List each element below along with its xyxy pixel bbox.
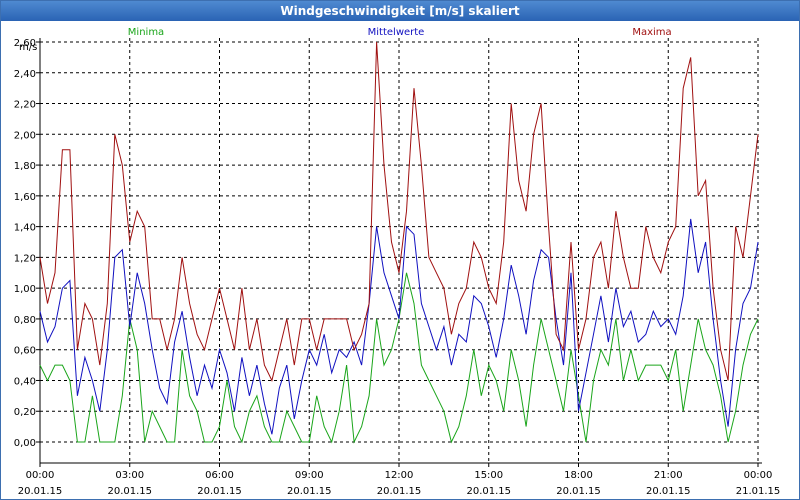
y-tick-label: 0,20 xyxy=(14,407,36,418)
x-tick-date-label: 20.01.15 xyxy=(287,486,332,497)
x-tick-time-label: 00:00 xyxy=(744,470,773,481)
x-tick-date-label: 20.01.15 xyxy=(646,486,691,497)
legend-mittelwerte: Mittelwerte xyxy=(368,27,425,38)
legend-minima: Minima xyxy=(128,27,164,38)
x-tick-date-label: 20.01.15 xyxy=(107,486,152,497)
y-tick-label: 1,40 xyxy=(14,223,36,234)
y-tick-label: 1,00 xyxy=(14,284,36,295)
y-tick-label: 0,80 xyxy=(14,315,36,326)
chart-window: Windgeschwindigkeit [m/s] skaliert 0,00 0… xyxy=(0,0,800,500)
x-tick-time-label: 09:00 xyxy=(295,470,324,481)
x-tick-time-label: 21:00 xyxy=(654,470,683,481)
y-tick-label: 0,60 xyxy=(14,346,36,357)
y-tick-label: 1,80 xyxy=(14,161,36,172)
x-tick-time-label: 12:00 xyxy=(385,470,414,481)
y-tick-label: 1,20 xyxy=(14,253,36,264)
window-title: Windgeschwindigkeit [m/s] skaliert xyxy=(1,1,799,21)
x-tick-date-label: 20.01.15 xyxy=(556,486,601,497)
x-tick-time-label: 15:00 xyxy=(474,470,503,481)
y-tick-label: 2,40 xyxy=(14,69,36,80)
x-tick-date-label: 21.01.15 xyxy=(736,486,781,497)
y-tick-label: 0,00 xyxy=(14,438,36,449)
x-tick-time-label: 03:00 xyxy=(115,470,144,481)
x-tick-date-label: 20.01.15 xyxy=(377,486,422,497)
x-tick-time-label: 06:00 xyxy=(205,470,234,481)
x-tick-date-label: 20.01.15 xyxy=(197,486,242,497)
y-tick-label: 2,20 xyxy=(14,100,36,111)
y-tick-label: 0,40 xyxy=(14,376,36,387)
legend-maxima: Maxima xyxy=(632,27,671,38)
x-tick-time-label: 18:00 xyxy=(564,470,593,481)
x-tick-date-label: 20.01.15 xyxy=(18,486,63,497)
y-axis-label: m/s xyxy=(19,42,37,53)
y-tick-label: 2,00 xyxy=(14,130,36,141)
y-tick-label: 1,60 xyxy=(14,192,36,203)
wind-speed-chart: 0,00 0,20 0,40 0,60 0,80 1,00 1,20 1,40 1,60 1,80… xyxy=(14,27,781,497)
x-tick-time-label: 00:00 xyxy=(26,470,55,481)
x-tick-date-label: 20.01.15 xyxy=(466,486,511,497)
